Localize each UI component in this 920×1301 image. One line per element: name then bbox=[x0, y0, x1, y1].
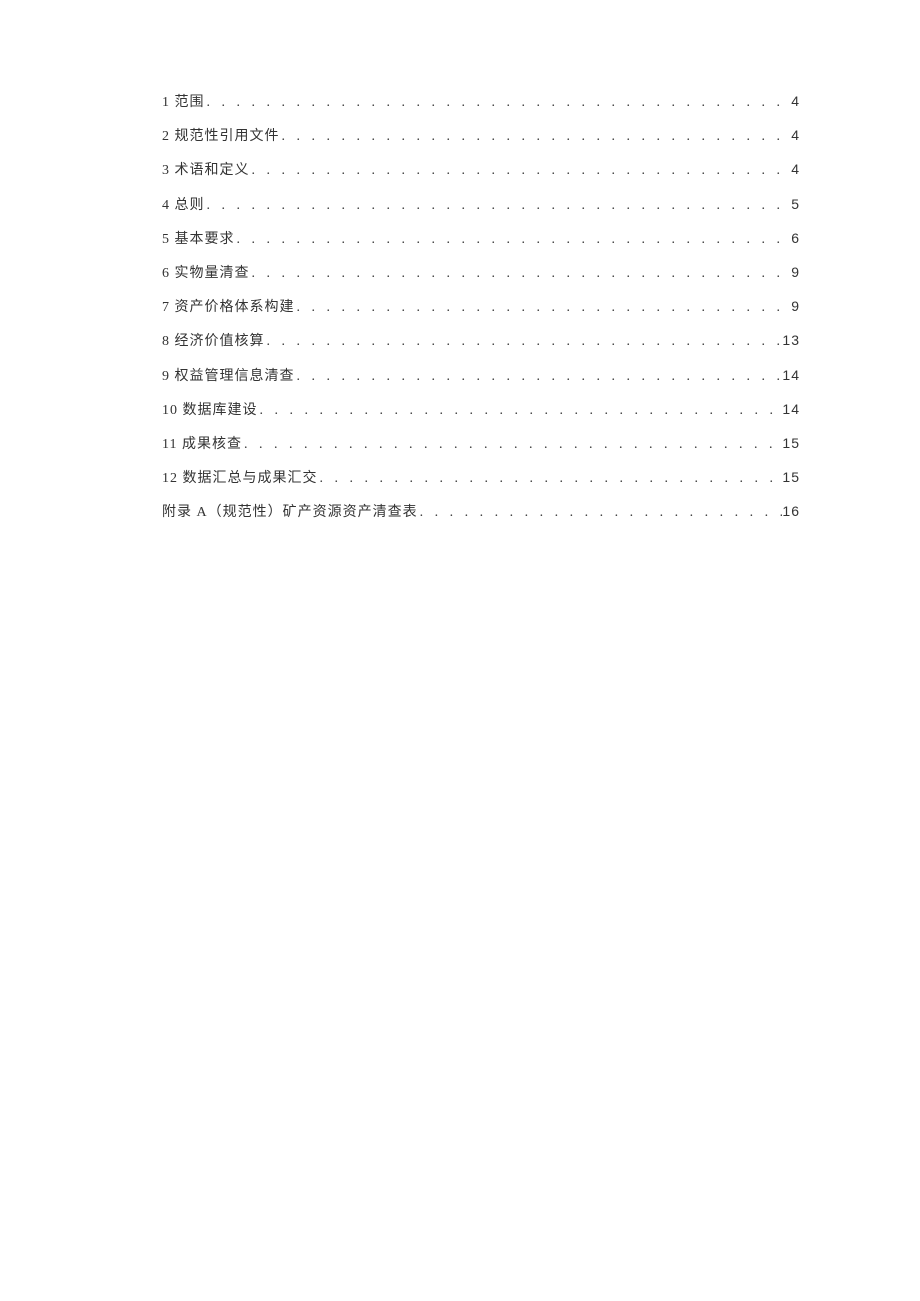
toc-page-number: 4 bbox=[791, 85, 800, 117]
toc-leader-dots bbox=[295, 361, 783, 393]
toc-leader-dots bbox=[235, 224, 792, 256]
toc-entry: 1 范围 4 bbox=[162, 85, 800, 119]
toc-leader-dots bbox=[205, 190, 792, 222]
toc-title: 10 数据库建设 bbox=[162, 395, 258, 427]
toc-page-number: 14 bbox=[782, 393, 800, 425]
toc-leader-dots bbox=[250, 258, 792, 290]
toc-entry: 9 权益管理信息清查 14 bbox=[162, 359, 800, 393]
toc-page-number: 16 bbox=[782, 495, 800, 527]
toc-entry: 11 成果核查 15 bbox=[162, 427, 800, 461]
toc-leader-dots bbox=[258, 395, 783, 427]
toc-title: 8 经济价值核算 bbox=[162, 326, 265, 358]
toc-title: 5 基本要求 bbox=[162, 224, 235, 256]
toc-entry: 6 实物量清查 9 bbox=[162, 256, 800, 290]
toc-entry: 12 数据汇总与成果汇交 15 bbox=[162, 461, 800, 495]
toc-page-number: 4 bbox=[791, 119, 800, 151]
toc-leader-dots bbox=[265, 326, 783, 358]
toc-title: 12 数据汇总与成果汇交 bbox=[162, 463, 318, 495]
toc-page-number: 13 bbox=[782, 324, 800, 356]
toc-page-number: 15 bbox=[782, 461, 800, 493]
table-of-contents: 1 范围 4 2 规范性引用文件 4 3 术语和定义 4 4 总则 5 5 基本… bbox=[162, 85, 800, 529]
toc-entry: 7 资产价格体系构建 9 bbox=[162, 290, 800, 324]
toc-leader-dots bbox=[280, 121, 792, 153]
toc-entry: 附录 A（规范性）矿产资源资产清查表 16 bbox=[162, 495, 800, 529]
toc-page-number: 9 bbox=[791, 290, 800, 322]
toc-page-number: 14 bbox=[782, 359, 800, 391]
toc-entry: 8 经济价值核算 13 bbox=[162, 324, 800, 358]
toc-entry: 4 总则 5 bbox=[162, 188, 800, 222]
document-page: 1 范围 4 2 规范性引用文件 4 3 术语和定义 4 4 总则 5 5 基本… bbox=[0, 0, 920, 529]
toc-title: 附录 A（规范性）矿产资源资产清查表 bbox=[162, 497, 418, 529]
toc-page-number: 4 bbox=[791, 153, 800, 185]
toc-entry: 3 术语和定义 4 bbox=[162, 153, 800, 187]
toc-page-number: 5 bbox=[791, 188, 800, 220]
toc-title: 1 范围 bbox=[162, 87, 205, 119]
toc-entry: 10 数据库建设 14 bbox=[162, 393, 800, 427]
toc-page-number: 9 bbox=[791, 256, 800, 288]
toc-title: 9 权益管理信息清查 bbox=[162, 361, 295, 393]
toc-title: 2 规范性引用文件 bbox=[162, 121, 280, 153]
toc-entry: 2 规范性引用文件 4 bbox=[162, 119, 800, 153]
toc-title: 3 术语和定义 bbox=[162, 155, 250, 187]
toc-page-number: 6 bbox=[791, 222, 800, 254]
toc-leader-dots bbox=[295, 292, 792, 324]
toc-page-number: 15 bbox=[782, 427, 800, 459]
toc-title: 11 成果核查 bbox=[162, 429, 242, 461]
toc-leader-dots bbox=[250, 155, 792, 187]
toc-title: 4 总则 bbox=[162, 190, 205, 222]
toc-title: 6 实物量清查 bbox=[162, 258, 250, 290]
toc-leader-dots bbox=[205, 87, 792, 119]
toc-entry: 5 基本要求 6 bbox=[162, 222, 800, 256]
toc-leader-dots bbox=[242, 429, 782, 461]
toc-leader-dots bbox=[318, 463, 783, 495]
toc-title: 7 资产价格体系构建 bbox=[162, 292, 295, 324]
toc-leader-dots bbox=[418, 497, 783, 529]
